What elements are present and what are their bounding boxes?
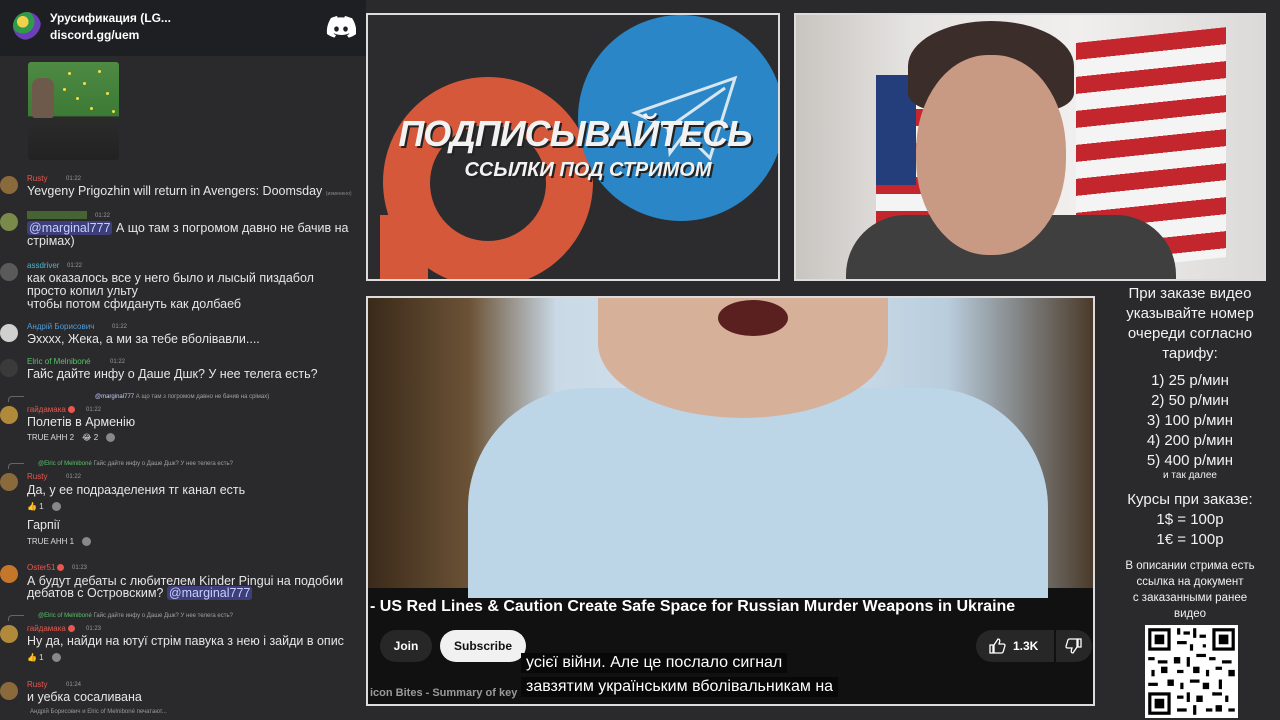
promo-title: ПОДПИСЫВАЙТЕСЬ: [398, 113, 752, 154]
info-line: и так далее: [1163, 470, 1217, 481]
user-avatar[interactable]: [0, 263, 18, 281]
reply-preview[interactable]: @Elric of Melniboné Гайс дайте инфу о Да…: [38, 613, 233, 619]
reaction-bar[interactable]: TRUE AHH 2 😂 2: [27, 433, 116, 443]
add-reaction-icon[interactable]: [51, 502, 61, 512]
info-line: 5) 400 р/мин: [1146, 452, 1234, 469]
timestamp: 01:23: [72, 565, 88, 571]
timestamp: 01:22: [67, 263, 83, 269]
reaction-bar[interactable]: 👍 1: [27, 653, 61, 663]
thumbs-up-icon: [989, 638, 1006, 654]
info-line: При заказе видео: [1128, 285, 1252, 302]
server-invite: discord.gg/uem: [50, 28, 140, 42]
message-text: чтобы потом сфидануть как долбаеб: [27, 297, 242, 311]
add-reaction-icon[interactable]: [106, 433, 116, 443]
username[interactable]: [27, 211, 87, 219]
message-text: Гарпії: [27, 518, 60, 532]
user-mention[interactable]: @marginal777: [27, 221, 113, 235]
username[interactable]: Elric of Melniboné: [27, 357, 91, 366]
channel-description: icon Bites - Summary of key: [370, 687, 518, 699]
message-text: @marginal777 А що там з погромом давно н…: [27, 221, 349, 235]
info-line: 3) 100 р/мин: [1146, 412, 1234, 429]
info-line: Курсы при заказе:: [1127, 491, 1253, 508]
subtitle-line: завзятим українським вболівальникам на: [521, 677, 839, 697]
thumbs-down-icon: [1065, 638, 1082, 654]
info-line: В описании стрима есть: [1125, 560, 1255, 572]
server-name: Урусификация (LG...: [50, 11, 171, 25]
discord-chat-panel: Урусификация (LG... discord.gg/uem Rusty…: [0, 0, 366, 720]
username[interactable]: Rusty: [27, 472, 47, 481]
info-line: ссылка на документ: [1136, 576, 1244, 588]
user-avatar[interactable]: [0, 625, 18, 643]
user-avatar[interactable]: [0, 359, 18, 377]
info-line: очереди согласно: [1127, 325, 1253, 342]
message-text: Ну да, найди на ютуї стрім павука з нею …: [27, 634, 344, 648]
info-line: 1) 25 р/мин: [1151, 372, 1229, 389]
qr-code[interactable]: [1145, 625, 1238, 718]
user-mention[interactable]: @marginal777: [166, 586, 253, 600]
timestamp: 01:23: [86, 626, 102, 632]
reply-preview[interactable]: @marginal777 А що там з погромом давно н…: [95, 394, 269, 400]
timestamp: 01:24: [66, 682, 82, 688]
message-text: Yevgeny Prigozhin will return in Avenger…: [27, 184, 352, 198]
discord-header: Урусификация (LG... discord.gg/uem: [0, 0, 366, 56]
user-avatar[interactable]: [0, 565, 18, 583]
username[interactable]: Rusty: [27, 174, 47, 183]
info-line: видео: [1173, 608, 1207, 620]
promo-banner: ПОДПИСЫВАЙТЕСЬ ССЫЛКИ ПОД СТРИМОМ: [366, 13, 780, 281]
video-title[interactable]: - US Red Lines & Caution Create Safe Spa…: [370, 598, 1015, 616]
info-line: 4) 200 р/мин: [1146, 432, 1234, 449]
username[interactable]: Oster51: [27, 563, 65, 572]
video-frame[interactable]: [368, 298, 1093, 598]
timestamp: 01:22: [86, 407, 102, 413]
reply-preview[interactable]: @Elric of Melniboné Гайс дайте инфу о Да…: [38, 461, 233, 467]
attachment-image[interactable]: [28, 62, 119, 160]
message-text: Эхххх, Жека, а ми за тебе вболівавли....: [27, 332, 260, 346]
promo-subtitle: ССЫЛКИ ПОД СТРИМОМ: [464, 159, 712, 181]
add-reaction-icon[interactable]: [51, 653, 61, 663]
add-reaction-icon[interactable]: [82, 537, 92, 547]
message-text: стрімах): [27, 234, 75, 248]
info-line: 2) 50 р/мин: [1151, 392, 1229, 409]
server-icon: [13, 12, 41, 40]
message-text: Да, у ее подразделения тг канал есть: [27, 483, 246, 497]
username[interactable]: гайдамака: [27, 624, 75, 633]
timestamp: 01:22: [95, 213, 111, 219]
info-line: с заказанными ранее: [1132, 592, 1248, 604]
reaction-bar[interactable]: TRUE AHH 1: [27, 537, 92, 547]
user-avatar[interactable]: [0, 324, 18, 342]
timestamp: 01:22: [112, 324, 128, 330]
like-count: 1.3K: [1013, 639, 1039, 653]
user-avatar[interactable]: [0, 473, 18, 491]
info-line: указывайте номер: [1126, 305, 1254, 322]
message-text: дебатов с Островским? @marginal777: [27, 586, 253, 600]
user-avatar[interactable]: [0, 682, 18, 700]
user-avatar[interactable]: [0, 406, 18, 424]
video-player[interactable]: - US Red Lines & Caution Create Safe Spa…: [366, 296, 1095, 706]
subscribe-button[interactable]: Subscribe: [440, 630, 526, 662]
info-line: тарифу:: [1162, 345, 1218, 362]
typing-indicator: Андрій Борисович и Elric of Melniboné пе…: [30, 709, 167, 715]
message-text: Гайс дайте инфу о Даше Дшк? У нее телега…: [27, 367, 318, 381]
info-line: 1$ = 100р: [1156, 511, 1224, 528]
webcam-feed: [794, 13, 1266, 281]
timestamp: 01:22: [66, 474, 82, 480]
user-avatar[interactable]: [0, 213, 18, 231]
timestamp: 01:22: [110, 359, 126, 365]
username[interactable]: гайдамака: [27, 405, 75, 414]
info-line: 1€ = 100р: [1156, 531, 1224, 548]
message-text: Полетів в Арменію: [27, 415, 136, 429]
username[interactable]: Rusty: [27, 680, 47, 689]
reaction-bar[interactable]: 👍 1: [27, 502, 61, 512]
username[interactable]: Андрій Борисович: [27, 322, 94, 331]
message-text: и уебка сосаливана: [27, 690, 142, 704]
like-button[interactable]: 1.3K: [976, 630, 1054, 662]
subtitle-line: усієї війни. Але це послало сигнал: [521, 653, 788, 673]
username[interactable]: assdriver: [27, 261, 59, 270]
dislike-button[interactable]: [1056, 630, 1092, 662]
join-button[interactable]: Join: [380, 630, 432, 662]
discord-logo-icon: [326, 16, 356, 38]
user-avatar[interactable]: [0, 176, 18, 194]
timestamp: 01:22: [66, 176, 82, 182]
